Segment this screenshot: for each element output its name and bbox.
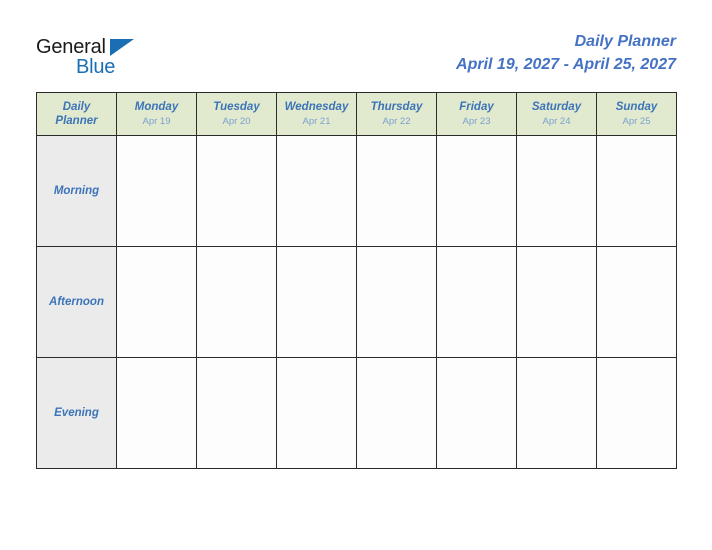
planner-corner-cell: Daily Planner — [36, 92, 117, 136]
general-blue-logo: General Blue — [36, 36, 166, 82]
day-date: Apr 21 — [302, 115, 331, 127]
day-date: Apr 25 — [622, 115, 651, 127]
column-header-thursday: Thursday Apr 22 — [356, 92, 437, 136]
slot-afternoon-sunday[interactable] — [596, 246, 677, 358]
slot-afternoon-tuesday[interactable] — [196, 246, 277, 358]
column-header-tuesday: Tuesday Apr 20 — [196, 92, 277, 136]
day-name: Saturday — [531, 100, 582, 113]
slot-afternoon-thursday[interactable] — [356, 246, 437, 358]
corner-label-line2: Planner — [55, 115, 98, 127]
day-date: Apr 19 — [142, 115, 171, 127]
logo-word-blue: Blue — [76, 56, 116, 78]
day-name: Monday — [134, 100, 179, 113]
planner-table: Daily Planner Monday Apr 19 Tuesday Apr … — [36, 92, 677, 469]
corner-label-line1: Daily — [62, 101, 91, 113]
day-date: Apr 24 — [542, 115, 571, 127]
slot-evening-sunday[interactable] — [596, 357, 677, 469]
slot-afternoon-monday[interactable] — [116, 246, 197, 358]
slot-evening-monday[interactable] — [116, 357, 197, 469]
triangle-right-icon — [110, 39, 134, 56]
table-row: Morning — [36, 135, 677, 247]
slot-afternoon-friday[interactable] — [436, 246, 517, 358]
day-name: Tuesday — [213, 100, 260, 113]
slot-evening-thursday[interactable] — [356, 357, 437, 469]
slot-morning-tuesday[interactable] — [196, 135, 277, 247]
slot-morning-wednesday[interactable] — [276, 135, 357, 247]
day-date: Apr 20 — [222, 115, 251, 127]
slot-morning-thursday[interactable] — [356, 135, 437, 247]
column-header-friday: Friday Apr 23 — [436, 92, 517, 136]
slot-evening-wednesday[interactable] — [276, 357, 357, 469]
row-label-morning: Morning — [36, 135, 117, 247]
column-header-wednesday: Wednesday Apr 21 — [276, 92, 357, 136]
column-header-saturday: Saturday Apr 24 — [516, 92, 597, 136]
slot-morning-saturday[interactable] — [516, 135, 597, 247]
daily-planner-page: General Blue Daily Planner April 19, 202… — [0, 0, 712, 550]
slot-afternoon-saturday[interactable] — [516, 246, 597, 358]
day-date: Apr 23 — [462, 115, 491, 127]
day-name: Thursday — [370, 100, 423, 113]
row-label-evening: Evening — [36, 357, 117, 469]
logo-word-general: General — [36, 36, 106, 58]
day-name: Friday — [459, 100, 494, 113]
day-date: Apr 22 — [382, 115, 411, 127]
slot-evening-friday[interactable] — [436, 357, 517, 469]
day-name: Sunday — [615, 100, 658, 113]
column-header-monday: Monday Apr 19 — [116, 92, 197, 136]
column-header-sunday: Sunday Apr 25 — [596, 92, 677, 136]
day-name: Wednesday — [284, 100, 349, 113]
slot-afternoon-wednesday[interactable] — [276, 246, 357, 358]
title-block: Daily Planner April 19, 2027 - April 25,… — [456, 32, 676, 76]
slot-evening-tuesday[interactable] — [196, 357, 277, 469]
table-row: Afternoon — [36, 246, 677, 358]
table-row: Evening — [36, 357, 677, 469]
slot-evening-saturday[interactable] — [516, 357, 597, 469]
slot-morning-monday[interactable] — [116, 135, 197, 247]
page-title: Daily Planner — [574, 33, 676, 50]
page-header: General Blue Daily Planner April 19, 202… — [0, 0, 712, 92]
row-label-afternoon: Afternoon — [36, 246, 117, 358]
slot-morning-friday[interactable] — [436, 135, 517, 247]
slot-morning-sunday[interactable] — [596, 135, 677, 247]
planner-header-row: Daily Planner Monday Apr 19 Tuesday Apr … — [36, 92, 677, 136]
date-range: April 19, 2027 - April 25, 2027 — [456, 56, 676, 73]
